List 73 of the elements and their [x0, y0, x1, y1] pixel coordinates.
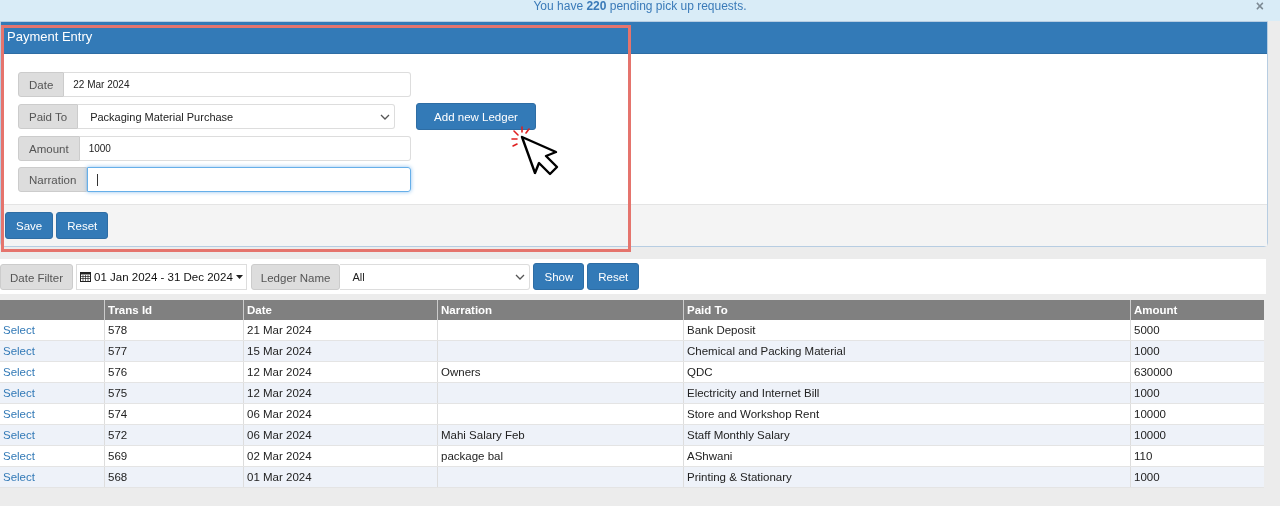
select-link[interactable]: Select — [3, 429, 35, 441]
table-cell: package bal — [437, 445, 684, 467]
table-cell: 630000 — [1130, 361, 1264, 383]
table-cell: 568 — [104, 466, 244, 488]
input-field[interactable] — [87, 167, 411, 192]
table-cell: 01 Mar 2024 — [243, 466, 438, 488]
table-cell: 10000 — [1130, 424, 1264, 446]
date-range-picker[interactable]: 01 Jan 2024 - 31 Dec 2024 — [76, 263, 247, 290]
table-cell: 572 — [104, 424, 244, 446]
table-cell: 577 — [104, 340, 244, 362]
input-field[interactable]: 22 Mar 2024 — [64, 72, 411, 97]
table-cell: 578 — [104, 320, 244, 341]
table-cell: 10000 — [1130, 403, 1264, 425]
text-caret — [97, 173, 99, 186]
reset-button[interactable]: Reset — [56, 212, 109, 239]
table-cell: 02 Mar 2024 — [243, 445, 438, 467]
chevron-icon — [380, 113, 391, 120]
show-button[interactable]: Show — [533, 263, 585, 290]
table-cell: 574 — [104, 403, 244, 425]
filter-label: Date Filter — [0, 263, 74, 290]
table-cell: 06 Mar 2024 — [243, 424, 438, 446]
select-link[interactable]: Select — [3, 387, 35, 399]
table-cell: 12 Mar 2024 — [243, 361, 438, 383]
close-button[interactable]: × — [1255, 0, 1264, 13]
table-cell: Electricity and Internet Bill — [683, 382, 1131, 404]
table-cell: Chemical and Packing Material — [683, 340, 1131, 362]
add-ledger-button[interactable]: Add new Ledger — [416, 103, 536, 130]
ledger-select[interactable]: All — [340, 263, 531, 290]
table-cell: Staff Monthly Salary — [683, 424, 1131, 446]
field-label: Amount — [18, 136, 80, 161]
table-cell: 1000 — [1130, 340, 1264, 362]
table-cell: 575 — [104, 382, 244, 404]
table-cell: 06 Mar 2024 — [243, 403, 438, 425]
table-cell: 1000 — [1130, 466, 1264, 488]
table-cell: QDC — [683, 361, 1131, 383]
column-header: Paid To — [683, 300, 1131, 320]
select-link[interactable]: Select — [3, 408, 35, 420]
panel-title: Payment Entry — [6, 28, 94, 46]
select-link[interactable]: Select — [3, 366, 35, 378]
alert-message: You have 220 pending pick up requests. — [533, 0, 747, 13]
reset-button[interactable]: Reset — [587, 263, 640, 290]
select-link[interactable]: Select — [3, 324, 35, 336]
chevron-icon — [515, 273, 526, 280]
column-header: Amount — [1130, 300, 1264, 320]
field-label: Date — [18, 72, 65, 97]
table-cell: 110 — [1130, 445, 1264, 467]
save-button[interactable]: Save — [5, 212, 54, 239]
table-cell: 1000 — [1130, 382, 1264, 404]
filter-label: Ledger Name — [250, 263, 341, 290]
column-header: Date — [243, 300, 438, 320]
column-header: Trans Id — [104, 300, 244, 320]
table-cell: 569 — [104, 445, 244, 467]
input-field[interactable]: 1000 — [79, 136, 411, 161]
field-label: Paid To — [18, 104, 79, 129]
table-cell: Bank Deposit — [683, 320, 1131, 341]
paid-to-select[interactable]: Packaging Material Purchase — [78, 104, 396, 129]
calendar-icon — [80, 271, 92, 282]
table-cell: 5000 — [1130, 320, 1264, 341]
table-cell: Mahi Salary Feb — [437, 424, 684, 446]
select-link[interactable]: Select — [3, 345, 35, 357]
select-link[interactable]: Select — [3, 450, 35, 462]
table-cell: 576 — [104, 361, 244, 383]
table-cell: 21 Mar 2024 — [243, 320, 438, 341]
table-cell: Printing & Stationary — [683, 466, 1131, 488]
column-header: Narration — [437, 300, 684, 320]
table-cell: Store and Workshop Rent — [683, 403, 1131, 425]
caret-icon — [235, 274, 243, 279]
table-cell: AShwani — [683, 445, 1131, 467]
select-link[interactable]: Select — [3, 471, 35, 483]
field-label: Narration — [18, 167, 88, 192]
table-cell: 12 Mar 2024 — [243, 382, 438, 404]
table-cell: 15 Mar 2024 — [243, 340, 438, 362]
table-cell: Owners — [437, 361, 684, 383]
